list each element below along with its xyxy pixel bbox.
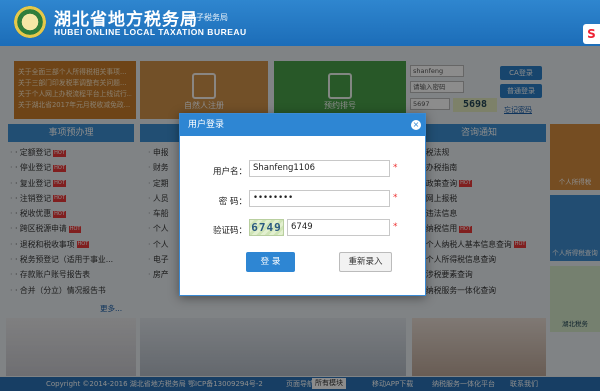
site-title-en: HUBEI ONLINE LOCAL TAXATION BUREAU <box>54 27 247 37</box>
close-icon[interactable]: × <box>411 120 421 130</box>
captcha-input[interactable]: 6749 <box>287 219 390 236</box>
site-header: 湖北省地方税务局 电子税务局 HUBEI ONLINE LOCAL TAXATI… <box>0 0 600 46</box>
dialog-title: 用户登录 <box>180 114 425 136</box>
captcha-image[interactable]: 6749 <box>249 219 284 236</box>
username-label: 用户名： <box>212 167 247 177</box>
required-mark: * <box>393 163 398 173</box>
password-input[interactable]: •••••••• <box>249 190 390 207</box>
required-mark: * <box>393 222 398 232</box>
input-method-icon[interactable]: S <box>583 24 600 44</box>
reset-button[interactable]: 重新录入 <box>339 252 392 272</box>
captcha-label: 验证码： <box>212 226 247 236</box>
login-dialog: 用户登录 × 用户名： Shanfeng1106 * 密 码： ••••••••… <box>179 113 426 296</box>
login-button[interactable]: 登 录 <box>246 252 295 272</box>
site-subtitle: 电子税务局 <box>188 13 228 22</box>
password-label: 密 码： <box>218 197 247 207</box>
username-input[interactable]: Shanfeng1106 <box>249 160 390 177</box>
tax-bureau-logo-icon <box>14 6 46 38</box>
required-mark: * <box>393 193 398 203</box>
